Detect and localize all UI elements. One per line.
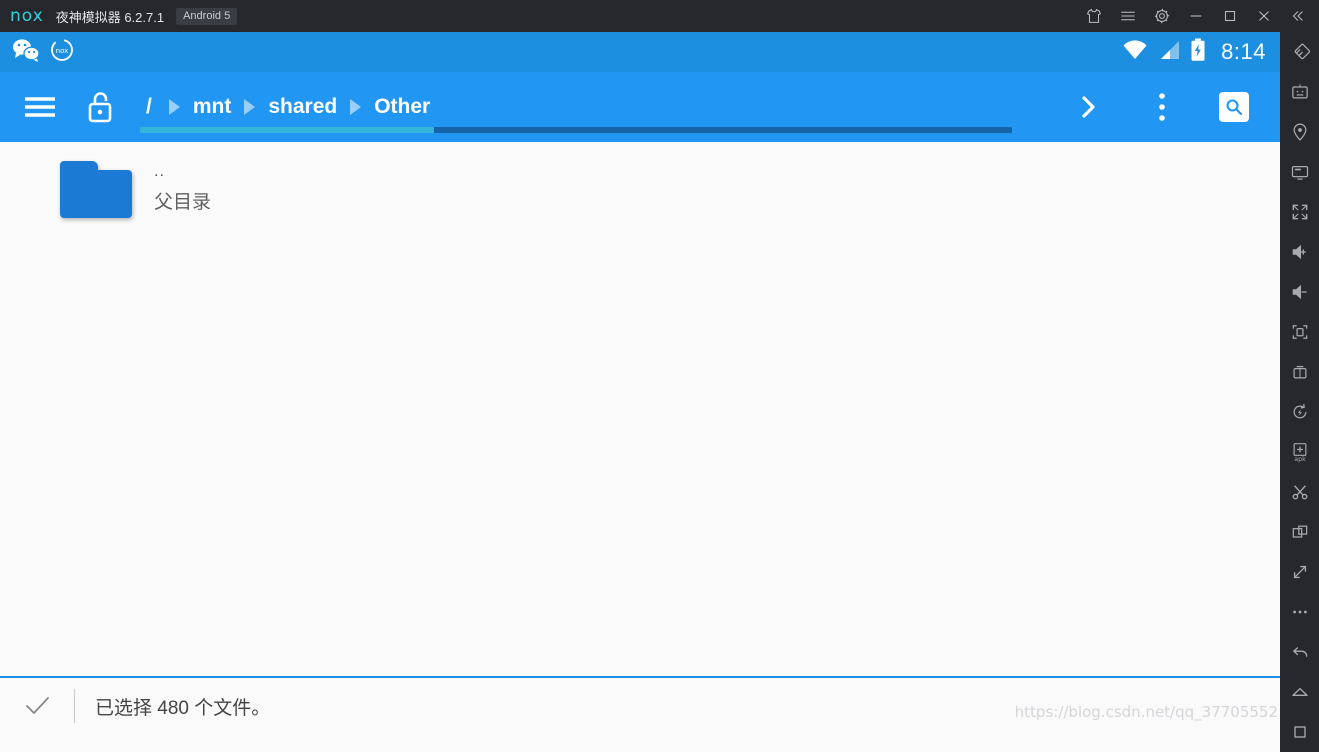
list-item-name: .. bbox=[154, 163, 165, 180]
gear-icon[interactable] bbox=[1145, 0, 1179, 32]
rotate-icon[interactable] bbox=[1280, 392, 1319, 432]
theme-shirt-icon[interactable] bbox=[1077, 0, 1111, 32]
install-apk-icon[interactable]: apk bbox=[1280, 432, 1319, 472]
drawer-menu-icon[interactable] bbox=[12, 72, 68, 142]
keyboard-icon[interactable] bbox=[1280, 72, 1319, 112]
bottom-bar-divider bbox=[74, 689, 75, 723]
chevron-right-icon bbox=[350, 99, 362, 115]
bottom-status-bar: 已选择 480 个文件。 https://blog.csdn.net/qq_37… bbox=[0, 678, 1280, 734]
hamburger-menu-icon[interactable] bbox=[1111, 0, 1145, 32]
chevron-right-icon bbox=[168, 99, 180, 115]
wifi-icon bbox=[1122, 39, 1148, 66]
emulator-sidebar: apk bbox=[1280, 32, 1319, 752]
minimize-button[interactable] bbox=[1179, 0, 1213, 32]
check-icon[interactable] bbox=[0, 678, 74, 734]
svg-text:apk: apk bbox=[1294, 456, 1306, 463]
search-icon[interactable] bbox=[1219, 92, 1249, 122]
back-icon[interactable] bbox=[1280, 632, 1319, 672]
search-button[interactable] bbox=[1206, 72, 1262, 142]
android-screen: nox 8:14 / mnt shared Other .. 父目录 已选择 4… bbox=[0, 32, 1280, 752]
notification-icons: nox bbox=[12, 37, 74, 68]
volume-up-icon[interactable] bbox=[1280, 232, 1319, 272]
screenshot-icon[interactable] bbox=[1280, 312, 1319, 352]
breadcrumb-item-other[interactable]: Other bbox=[370, 95, 434, 119]
wechat-icon bbox=[12, 37, 40, 68]
forward-chevron-icon[interactable] bbox=[1060, 72, 1116, 142]
home-icon[interactable] bbox=[1280, 672, 1319, 712]
app-toolbar: / mnt shared Other bbox=[0, 72, 1280, 142]
multi-instance-icon[interactable] bbox=[1280, 32, 1319, 72]
file-list: .. 父目录 bbox=[0, 142, 1280, 676]
display-icon[interactable] bbox=[1280, 152, 1319, 192]
window-controls bbox=[1077, 0, 1319, 32]
unlock-icon[interactable] bbox=[74, 72, 126, 142]
more-icon[interactable] bbox=[1280, 592, 1319, 632]
breadcrumb-scrollbar[interactable] bbox=[140, 127, 1012, 133]
list-item-text: .. 父目录 bbox=[154, 161, 211, 217]
folder-body bbox=[60, 169, 132, 218]
android-version-badge: Android 5 bbox=[176, 7, 238, 25]
signal-icon bbox=[1157, 39, 1181, 66]
fullscreen-icon[interactable] bbox=[1280, 192, 1319, 232]
nox-icon: nox bbox=[50, 38, 74, 67]
list-item[interactable]: .. 父目录 bbox=[0, 150, 1280, 228]
list-item-subtitle: 父目录 bbox=[154, 192, 212, 213]
collapse-sidebar-button[interactable] bbox=[1281, 0, 1315, 32]
battery-charging-icon bbox=[1190, 38, 1206, 67]
multi-window-icon[interactable] bbox=[1280, 512, 1319, 552]
system-icons: 8:14 bbox=[1122, 38, 1266, 67]
android-status-bar: nox 8:14 bbox=[0, 32, 1280, 72]
record-icon[interactable] bbox=[1280, 352, 1319, 392]
close-button[interactable] bbox=[1247, 0, 1281, 32]
breadcrumb-item-shared[interactable]: shared bbox=[264, 95, 341, 119]
breadcrumb-item-mnt[interactable]: mnt bbox=[189, 95, 236, 119]
selection-status-text: 已选择 480 个文件。 bbox=[95, 697, 271, 719]
emulator-window: nox 夜神模拟器 6.2.7.1 Android 5 nox 8:14 / m… bbox=[0, 0, 1319, 752]
chevron-right-icon bbox=[244, 99, 256, 115]
location-icon[interactable] bbox=[1280, 112, 1319, 152]
status-bar-time: 8:14 bbox=[1221, 39, 1266, 64]
window-title: 夜神模拟器 6.2.7.1 bbox=[55, 9, 165, 25]
shake-icon[interactable] bbox=[1280, 472, 1319, 512]
breadcrumb[interactable]: / mnt shared Other bbox=[126, 72, 1060, 142]
volume-down-icon[interactable] bbox=[1280, 272, 1319, 312]
breadcrumb-scrollbar-thumb[interactable] bbox=[140, 127, 434, 133]
breadcrumb-item-root[interactable]: / bbox=[138, 95, 160, 119]
recents-icon[interactable] bbox=[1280, 712, 1319, 752]
title-bar: nox 夜神模拟器 6.2.7.1 Android 5 bbox=[0, 0, 1319, 32]
nox-logo: nox bbox=[10, 5, 44, 26]
svg-text:nox: nox bbox=[56, 47, 69, 55]
resize-icon[interactable] bbox=[1280, 552, 1319, 592]
overflow-menu-icon[interactable] bbox=[1134, 72, 1190, 142]
watermark: https://blog.csdn.net/qq_37705552 bbox=[1014, 703, 1278, 721]
folder-icon bbox=[60, 160, 132, 218]
maximize-button[interactable] bbox=[1213, 0, 1247, 32]
